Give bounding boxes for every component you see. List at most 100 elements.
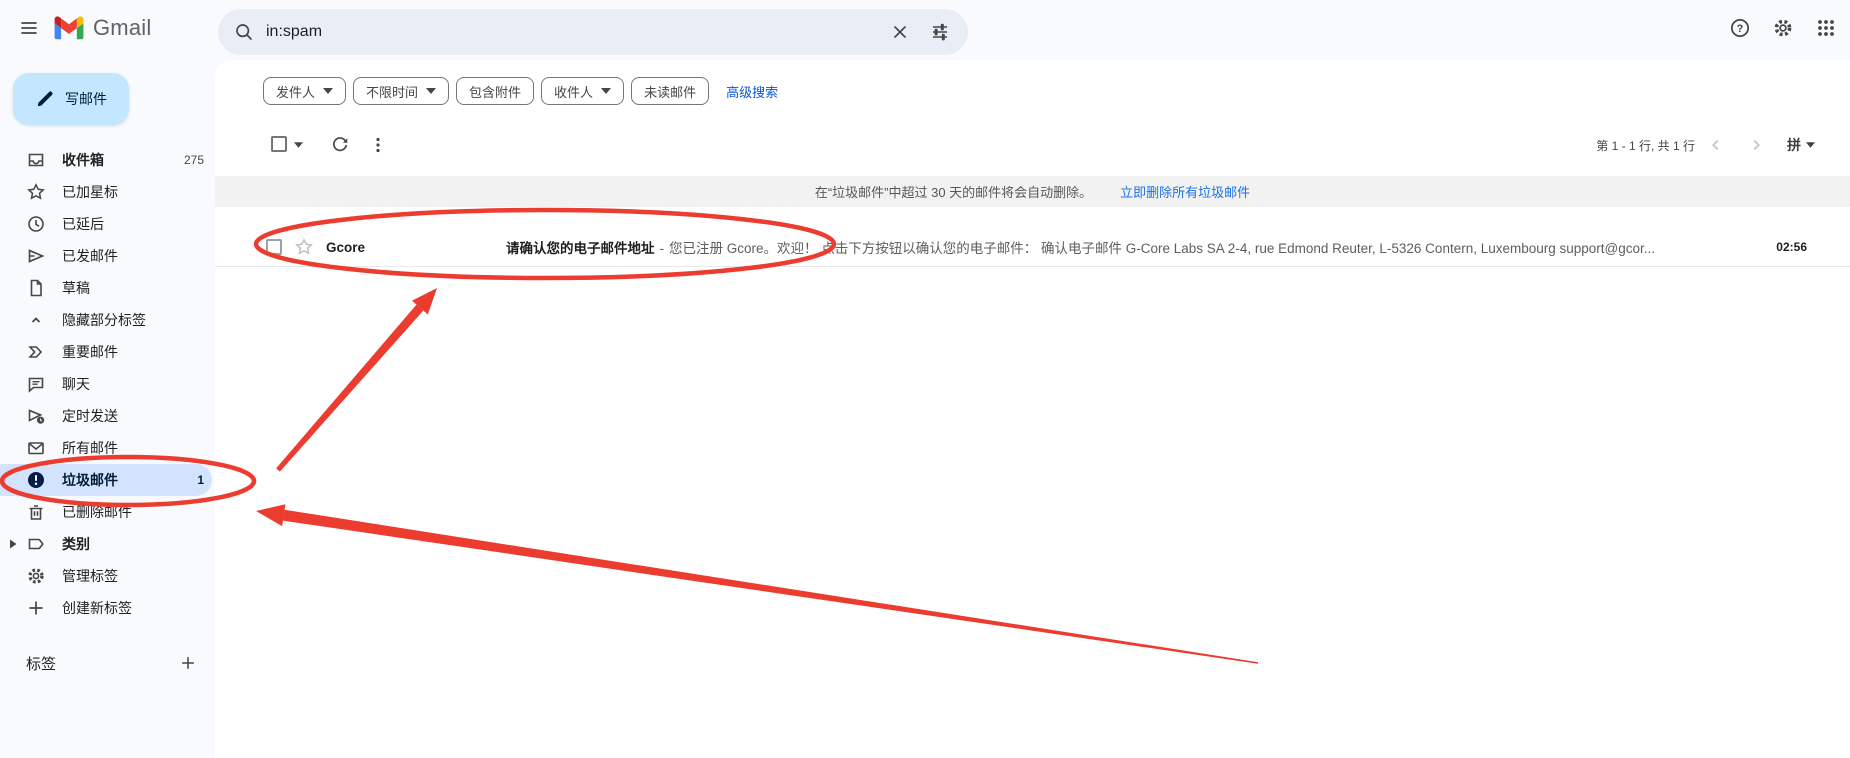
filter-chip-sender[interactable]: 发件人 (263, 77, 346, 105)
chevron-up-icon (26, 310, 46, 330)
sidebar-item-all-mail[interactable]: 所有邮件 (0, 432, 212, 464)
sidebar-item-categories[interactable]: 类别 (0, 528, 212, 560)
sidebar-item-hide-labels[interactable]: 隐藏部分标签 (0, 304, 212, 336)
caret-down-icon (1806, 142, 1815, 148)
email-separator: - (660, 241, 665, 256)
sidebar-item-create-label[interactable]: 创建新标签 (0, 592, 212, 624)
sidebar-item-trash[interactable]: 已删除邮件 (0, 496, 212, 528)
draft-icon (26, 278, 46, 298)
gear-icon (1772, 17, 1794, 39)
input-tool-label: 拼 (1787, 135, 1801, 155)
filter-chip-date[interactable]: 不限时间 (353, 77, 449, 105)
delete-all-spam-link[interactable]: 立即删除所有垃圾邮件 (1120, 182, 1250, 201)
filter-chip-unread[interactable]: 未读邮件 (631, 77, 709, 105)
sidebar-item-spam[interactable]: 垃圾邮件 1 (0, 464, 212, 496)
spam-count: 1 (197, 473, 204, 487)
sidebar-item-label: 垃圾邮件 (62, 470, 118, 490)
sidebar-item-label: 重要邮件 (62, 342, 118, 362)
email-row[interactable]: Gcore 请确认您的电子邮件地址-您已注册 Gcore。欢迎！ 点击下方按钮以… (215, 228, 1850, 267)
advanced-search-link[interactable]: 高级搜索 (726, 82, 778, 101)
compose-button[interactable]: 写邮件 (13, 73, 129, 125)
plus-icon (26, 598, 46, 618)
email-sender: Gcore (326, 240, 506, 255)
schedule-send-icon (26, 406, 46, 426)
select-all-checkbox[interactable] (271, 136, 287, 152)
sidebar: 写邮件 收件箱 275 已加星标 已延后 已发邮件 草稿 隐藏部分标签 (0, 60, 215, 758)
mail-list-panel: 发件人 不限时间 包含附件 收件人 未读邮件 高级搜索 第 1 - 1 行, 共… (215, 60, 1850, 758)
important-icon (26, 342, 46, 362)
help-icon: ? (1729, 17, 1751, 39)
compose-label: 写邮件 (65, 89, 107, 109)
sidebar-item-chats[interactable]: 聊天 (0, 368, 212, 400)
sidebar-item-label: 已删除邮件 (62, 502, 132, 522)
sidebar-item-label: 创建新标签 (62, 598, 132, 618)
apps-grid-button[interactable] (1806, 8, 1846, 48)
inbox-count: 275 (184, 153, 204, 167)
email-snippet: 您已注册 Gcore。欢迎！ 点击下方按钮以确认您的电子邮件： 确认电子邮件 G… (669, 241, 1655, 256)
help-button[interactable]: ? (1720, 8, 1760, 48)
send-icon (26, 246, 46, 266)
sidebar-item-inbox[interactable]: 收件箱 275 (0, 144, 212, 176)
chevron-left-icon (1707, 136, 1725, 154)
refresh-icon (330, 135, 350, 155)
filter-chip-attachment[interactable]: 包含附件 (456, 77, 534, 105)
caret-down-icon (426, 88, 436, 94)
input-tools-button[interactable]: 拼 (1787, 135, 1815, 155)
sidebar-item-label: 已延后 (62, 214, 104, 234)
email-subject: 请确认您的电子邮件地址 (506, 241, 655, 256)
sidebar-item-label: 隐藏部分标签 (62, 310, 146, 330)
caret-down-icon (323, 88, 333, 94)
svg-text:?: ? (1737, 23, 1744, 35)
older-page-button[interactable] (1743, 132, 1769, 158)
caret-down-icon[interactable] (294, 142, 303, 148)
sidebar-item-manage-labels[interactable]: 管理标签 (0, 560, 212, 592)
email-time: 02:56 (1776, 240, 1807, 254)
sidebar-item-label: 草稿 (62, 278, 90, 298)
email-preview: 请确认您的电子邮件地址-您已注册 Gcore。欢迎！ 点击下方按钮以确认您的电子… (506, 237, 1760, 257)
sidebar-item-snoozed[interactable]: 已延后 (0, 208, 212, 240)
search-options-button[interactable] (920, 12, 960, 52)
sidebar-item-starred[interactable]: 已加星标 (0, 176, 212, 208)
sidebar-item-sent[interactable]: 已发邮件 (0, 240, 212, 272)
chip-label: 不限时间 (366, 82, 418, 101)
sidebar-item-scheduled[interactable]: 定时发送 (0, 400, 212, 432)
email-checkbox[interactable] (266, 239, 282, 255)
app-title: Gmail (93, 15, 151, 41)
chip-label: 包含附件 (469, 82, 521, 101)
star-icon[interactable] (294, 237, 314, 257)
notice-text: 在“垃圾邮件”中超过 30 天的邮件将会自动删除。 (815, 182, 1092, 201)
chip-label: 收件人 (554, 82, 593, 101)
chip-label: 未读邮件 (644, 82, 696, 101)
apps-grid-icon (1816, 18, 1836, 38)
sidebar-nav: 收件箱 275 已加星标 已延后 已发邮件 草稿 隐藏部分标签 重要邮件 (0, 144, 215, 624)
labels-section-header: 标签 (0, 648, 215, 678)
clear-search-button[interactable] (880, 12, 920, 52)
chat-icon (26, 374, 46, 394)
add-label-button[interactable] (175, 650, 201, 676)
gmail-m-icon (54, 16, 84, 40)
sidebar-item-label: 定时发送 (62, 406, 118, 426)
search-input[interactable] (266, 23, 880, 41)
close-icon (891, 23, 909, 41)
search-bar[interactable] (218, 9, 968, 55)
more-options-button[interactable] (362, 129, 394, 161)
filter-chip-recipient[interactable]: 收件人 (541, 77, 624, 105)
spam-icon (26, 470, 46, 490)
category-icon (26, 534, 46, 554)
search-icon (234, 22, 254, 42)
settings-button[interactable] (1763, 8, 1803, 48)
sidebar-item-label: 类别 (62, 534, 90, 554)
refresh-button[interactable] (324, 129, 356, 161)
caret-down-icon (601, 88, 611, 94)
caret-right-icon[interactable] (9, 539, 17, 549)
main-menu-button[interactable] (9, 8, 49, 48)
newer-page-button[interactable] (1703, 132, 1729, 158)
top-bar: Gmail ? (0, 0, 1850, 60)
gmail-logo[interactable]: Gmail (54, 15, 151, 41)
list-toolbar: 第 1 - 1 行, 共 1 行 拼 (215, 129, 1850, 161)
sidebar-item-important[interactable]: 重要邮件 (0, 336, 212, 368)
star-icon (26, 182, 46, 202)
sidebar-item-drafts[interactable]: 草稿 (0, 272, 212, 304)
pencil-icon (35, 89, 55, 109)
chip-label: 发件人 (276, 82, 315, 101)
